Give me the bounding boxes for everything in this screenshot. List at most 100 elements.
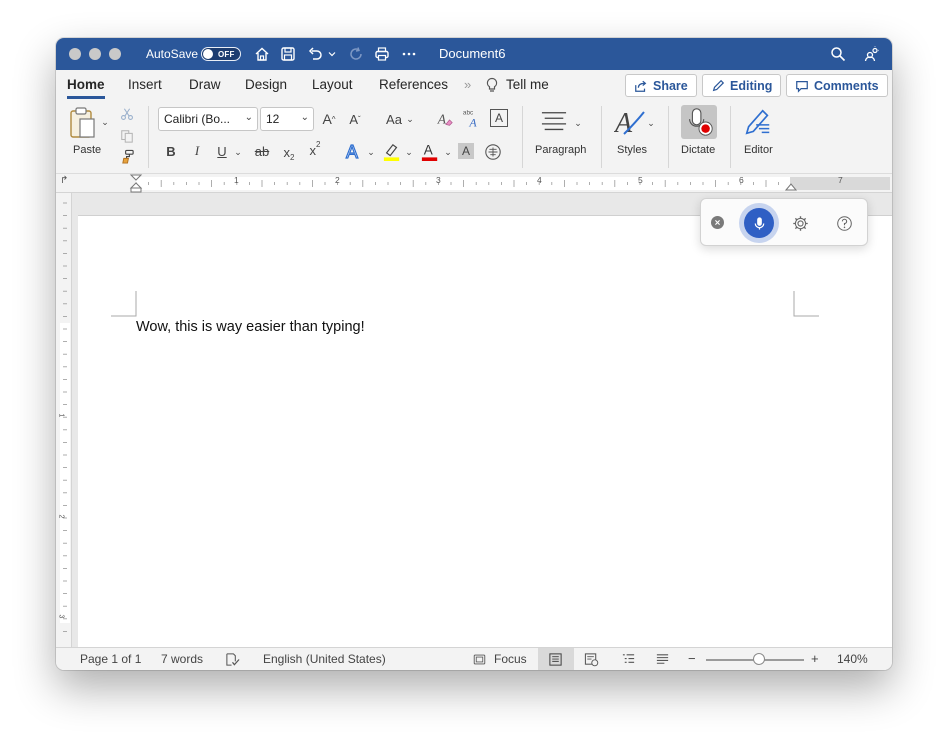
tab-selector-icon[interactable]: ↱ [60, 175, 68, 186]
more-icon[interactable] [399, 44, 419, 64]
tell-me-search[interactable]: Tell me [506, 77, 549, 92]
margin-corner-marker [793, 291, 819, 317]
indent-marker-icon[interactable] [129, 174, 143, 193]
enclose-characters-icon[interactable] [483, 142, 503, 162]
text-effects-dropdown-icon[interactable]: ⌄ [366, 145, 376, 159]
font-color-icon[interactable]: A [420, 140, 440, 164]
character-shading-icon[interactable]: A [458, 143, 474, 159]
zoom-out-button[interactable]: − [688, 651, 696, 666]
zoom-slider-handle[interactable] [753, 653, 765, 665]
ruler-number: 1 [234, 175, 239, 185]
character-border-icon[interactable]: A [490, 109, 508, 127]
comments-button[interactable]: Comments [786, 74, 888, 97]
undo-dropdown-icon[interactable] [326, 44, 338, 64]
highlight-icon[interactable] [382, 140, 402, 164]
format-painter-icon[interactable] [119, 148, 135, 164]
right-indent-marker-icon[interactable] [785, 180, 797, 192]
dictation-toolbar [700, 198, 868, 246]
focus-label[interactable]: Focus [494, 652, 527, 666]
outline-view-icon[interactable] [619, 651, 637, 667]
italic-button[interactable]: I [188, 141, 206, 161]
search-icon[interactable] [828, 44, 848, 64]
subscript-button[interactable]: x2 [280, 141, 298, 163]
zoom-level[interactable]: 140% [837, 652, 868, 666]
tab-layout[interactable]: Layout [312, 77, 353, 92]
superscript-button[interactable]: x2 [306, 139, 324, 161]
phonetic-guide-icon[interactable]: abc A [461, 106, 485, 130]
share-button[interactable]: Share [625, 74, 697, 97]
chevron-down-icon: ⌄ [244, 112, 253, 123]
paste-icon[interactable] [68, 106, 100, 142]
paste-dropdown-icon[interactable]: ⌄ [100, 116, 110, 128]
comments-label: Comments [814, 78, 879, 93]
share-people-icon[interactable] [862, 44, 882, 64]
paste-label: Paste [73, 144, 102, 156]
paragraph-dropdown-icon[interactable]: ⌄ [573, 116, 583, 130]
underline-button[interactable]: U [213, 141, 231, 161]
home-icon[interactable] [252, 44, 272, 64]
styles-dropdown-icon[interactable]: ⌄ [646, 116, 656, 130]
zoom-window-button[interactable] [109, 48, 121, 60]
clear-formatting-icon[interactable]: A [434, 108, 456, 130]
vertical-ruler[interactable]: 1 2 3 [56, 193, 72, 647]
tab-insert[interactable]: Insert [128, 77, 162, 92]
ruler-number: 6 [739, 175, 744, 185]
tab-design[interactable]: Design [245, 77, 287, 92]
ruler-number: 4 [537, 175, 542, 185]
bold-button[interactable]: B [162, 141, 180, 161]
horizontal-ruler[interactable]: ↱ 1 2 3 4 5 6 7 [56, 174, 892, 193]
print-layout-view-button[interactable] [538, 648, 574, 670]
underline-dropdown-icon[interactable]: ⌄ [233, 145, 243, 159]
language-indicator[interactable]: English (United States) [263, 652, 386, 666]
ribbon-tabs: Home Insert Draw Design Layout Reference… [56, 70, 892, 100]
close-icon[interactable] [711, 216, 724, 229]
styles-icon[interactable]: A [614, 106, 646, 138]
web-layout-icon[interactable] [582, 651, 600, 667]
font-color-dropdown-icon[interactable]: ⌄ [443, 145, 453, 159]
font-size-dropdown[interactable]: 12 ⌄ [260, 107, 314, 131]
settings-icon[interactable] [791, 214, 809, 232]
page-count[interactable]: Page 1 of 1 [80, 652, 141, 666]
editor-icon[interactable] [742, 106, 774, 138]
undo-icon[interactable] [305, 44, 325, 64]
focus-icon[interactable] [470, 651, 488, 667]
strikethrough-button[interactable]: ab [251, 141, 273, 161]
save-icon[interactable] [278, 44, 298, 64]
microphone-icon[interactable] [744, 208, 774, 238]
minimize-window-button[interactable] [89, 48, 101, 60]
font-name-dropdown[interactable]: Calibri (Bo... ⌄ [158, 107, 258, 131]
document-page[interactable]: Wow, this is way easier than typing! [78, 215, 892, 647]
share-label: Share [653, 78, 688, 93]
draft-view-icon[interactable] [653, 651, 671, 667]
copy-icon[interactable] [119, 128, 135, 144]
paragraph-icon[interactable] [538, 108, 570, 136]
tab-home[interactable]: Home [67, 77, 105, 92]
highlight-dropdown-icon[interactable]: ⌄ [404, 145, 414, 159]
tab-references[interactable]: References [379, 77, 448, 92]
cut-icon[interactable] [119, 106, 135, 122]
redo-icon[interactable] [346, 44, 366, 64]
change-case-dropdown-icon[interactable]: ⌄ [405, 112, 415, 126]
text-effects-icon[interactable]: A [343, 140, 365, 162]
autosave-toggle[interactable]: OFF [201, 47, 241, 61]
paragraph-label[interactable]: Paragraph [535, 144, 586, 156]
editing-button[interactable]: Editing [702, 74, 782, 97]
word-count[interactable]: 7 words [161, 652, 203, 666]
document-body-text[interactable]: Wow, this is way easier than typing! [136, 319, 365, 335]
print-icon[interactable] [372, 44, 392, 64]
proofing-icon[interactable] [223, 651, 241, 667]
grow-font-icon[interactable]: A ^ [319, 109, 339, 129]
close-window-button[interactable] [69, 48, 81, 60]
dictate-button[interactable] [681, 105, 717, 139]
svg-text:A: A [424, 143, 433, 158]
ribbon-separator [148, 106, 149, 168]
tab-draw[interactable]: Draw [189, 77, 221, 92]
tabs-overflow-icon[interactable]: » [464, 77, 471, 92]
margin-corner-marker [111, 291, 137, 317]
comment-icon [796, 80, 808, 93]
shrink-font-icon[interactable]: Aˇ [345, 109, 365, 129]
help-icon[interactable] [835, 214, 853, 232]
microphone-record-icon [689, 108, 713, 136]
change-case-button[interactable]: Aa [384, 109, 404, 129]
zoom-in-button[interactable]: + [811, 651, 819, 666]
